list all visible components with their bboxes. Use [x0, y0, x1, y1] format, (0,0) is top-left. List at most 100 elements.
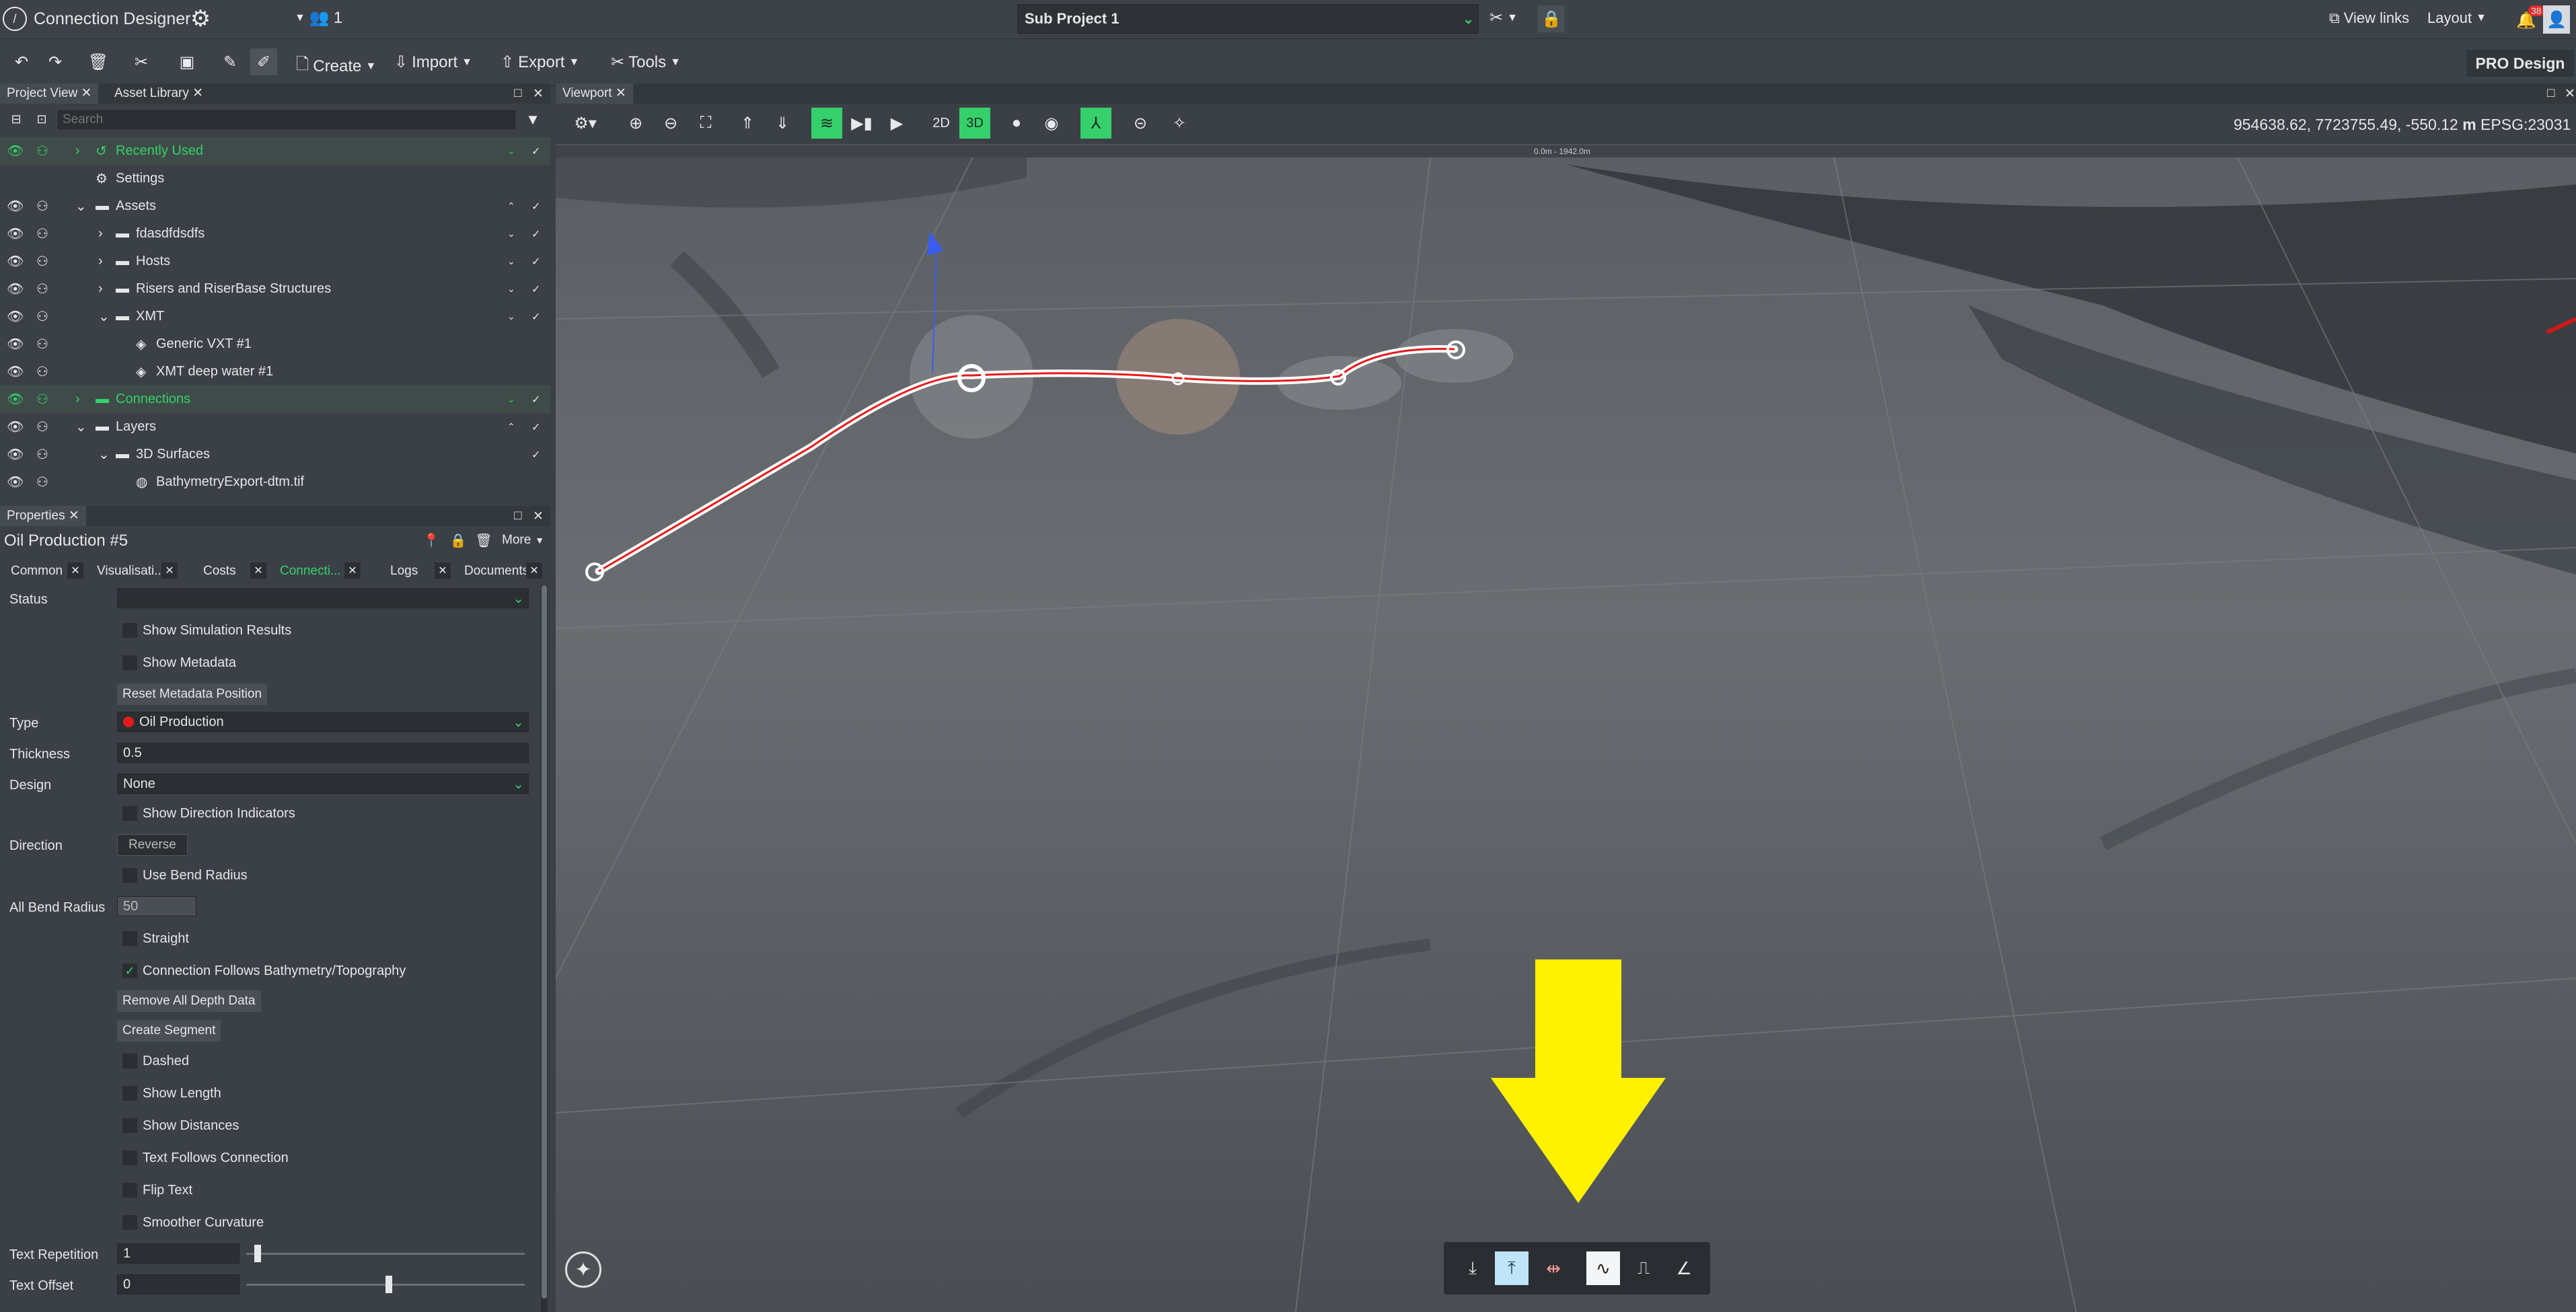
brush-icon[interactable]: ✐ — [250, 48, 277, 75]
chevron-down-icon[interactable]: ⌄ — [98, 446, 110, 463]
close-icon[interactable]: ✕ — [81, 86, 92, 100]
close-icon[interactable]: ✕ — [526, 562, 542, 579]
play-icon[interactable]: ▶ — [881, 108, 912, 139]
lighting-icon[interactable]: ◉ — [1036, 108, 1067, 139]
use-bend-checkbox[interactable] — [122, 868, 137, 883]
close-icon[interactable]: ✕ — [69, 509, 79, 523]
visibility-icon[interactable]: 👁 — [7, 446, 24, 463]
image-icon[interactable]: ▣ — [174, 48, 200, 75]
sphere-icon[interactable]: ● — [1001, 108, 1032, 139]
check-icon[interactable]: ✓ — [531, 227, 540, 241]
tree-item-folder[interactable]: 👁 ⚇ › ▬ fdasdfdsdfs ⌄ ✓ — [0, 220, 550, 248]
maximize-icon[interactable]: □ — [514, 86, 521, 101]
tab-logs[interactable]: Logs — [390, 564, 418, 579]
chevron-down-icon[interactable]: ⌄ — [507, 145, 515, 157]
maximize-icon[interactable]: □ — [2547, 86, 2554, 101]
visibility-icon[interactable]: 👁 — [7, 474, 24, 490]
scissors-icon[interactable]: ✂ — [128, 48, 155, 75]
close-icon[interactable]: ✕ — [67, 562, 83, 579]
text-follows-checkbox[interactable] — [122, 1151, 137, 1165]
camera-icon[interactable]: ▶▮ — [846, 108, 877, 139]
close-icon[interactable]: ✕ — [2565, 86, 2575, 102]
show-direction-checkbox[interactable] — [122, 806, 137, 821]
check-icon[interactable]: ✓ — [531, 421, 540, 434]
create-button[interactable]: 🗋 Create ▼ — [296, 52, 376, 80]
check-icon[interactable]: ✓ — [531, 393, 540, 406]
tree-item-risers[interactable]: 👁 ⚇ › ▬ Risers and RiserBase Structures ⌄ ✓ — [0, 275, 550, 303]
surface-up-icon[interactable]: ⇑ — [732, 108, 763, 139]
person-icon[interactable]: ⚇ — [36, 336, 48, 353]
dashed-checkbox[interactable] — [122, 1054, 137, 1068]
tree-item-bathymetry[interactable]: 👁 ⚇ ◍ BathymetryExport-dtm.tif — [0, 468, 550, 496]
check-icon[interactable]: ✓ — [531, 310, 540, 324]
tab-common[interactable]: Common — [11, 564, 63, 579]
follows-bathymetry-checkbox[interactable]: ✓ — [122, 963, 137, 978]
pencil-icon[interactable]: ✎ — [217, 48, 244, 75]
chevron-up-icon[interactable]: ⌃ — [507, 201, 515, 212]
curve-mode-icon[interactable]: ∿ — [1586, 1251, 1620, 1285]
visibility-icon[interactable]: 👁 — [7, 143, 24, 159]
gear-icon[interactable]: ⚙ — [187, 5, 214, 32]
design-select[interactable]: None ⌄ — [117, 774, 529, 794]
tab-costs[interactable]: Costs — [203, 564, 236, 579]
lock-icon[interactable]: 🔒 — [448, 530, 468, 550]
close-icon[interactable]: ✕ — [344, 562, 361, 579]
filter-icon[interactable]: ▼ — [522, 110, 544, 129]
redo-icon[interactable]: ↷ — [42, 48, 69, 75]
person-icon[interactable]: ⚇ — [36, 391, 48, 408]
tree-item-connections[interactable]: 👁 ⚇ › ▬ Connections ⌄ ✓ — [0, 386, 550, 413]
gizmo-arrow-icon[interactable] — [927, 231, 943, 256]
snap-icon[interactable]: ⊝ — [1125, 108, 1156, 139]
visibility-icon[interactable]: 👁 — [7, 308, 24, 325]
close-icon[interactable]: ✕ — [533, 86, 544, 102]
close-icon[interactable]: ✕ — [161, 562, 178, 579]
reverse-button[interactable]: Reverse — [117, 834, 188, 856]
route-mirror-icon[interactable]: ⇹ — [1537, 1251, 1570, 1285]
tab-properties[interactable]: Properties ✕ — [0, 506, 86, 526]
tree-item-recently-used[interactable]: 👁 ⚇ › ↺ Recently Used ⌄ ✓ — [0, 137, 550, 165]
person-icon[interactable]: ⚇ — [36, 225, 48, 242]
person-icon[interactable]: ⚇ — [36, 253, 48, 270]
scrollbar[interactable] — [541, 585, 548, 1312]
delete-icon[interactable]: 🗑 — [85, 48, 112, 75]
check-icon[interactable]: ✓ — [531, 283, 540, 296]
angle-mode-icon[interactable]: ∠ — [1667, 1251, 1701, 1285]
tree-item-assets[interactable]: 👁 ⚇ ⌄ ▬ Assets ⌃ ✓ — [0, 192, 550, 220]
create-segment-button[interactable]: Create Segment — [117, 1020, 221, 1042]
mode-3d-button[interactable]: 3D — [959, 108, 990, 139]
person-icon[interactable]: ⚇ — [36, 308, 48, 325]
show-distances-checkbox[interactable] — [122, 1118, 137, 1133]
chevron-down-icon[interactable]: ⌄ — [507, 256, 515, 267]
tab-project-view[interactable]: Project View ✕ — [0, 83, 99, 104]
visibility-icon[interactable]: 👁 — [7, 418, 24, 435]
chevron-right-icon[interactable]: › — [98, 281, 103, 297]
person-icon[interactable]: ⚇ — [36, 363, 48, 380]
text-offset-slider[interactable] — [246, 1276, 525, 1293]
close-icon[interactable]: ✕ — [250, 562, 266, 579]
visibility-icon[interactable]: 👁 — [7, 225, 24, 242]
avatar[interactable]: 👤 — [2543, 5, 2570, 34]
undo-icon[interactable]: ↶ — [8, 48, 35, 75]
sparkle-icon[interactable]: ✧ — [1164, 108, 1195, 139]
chevron-down-icon[interactable]: ⌄ — [75, 198, 87, 215]
route-lower-icon[interactable]: ⤓ — [1456, 1251, 1489, 1285]
project-select[interactable]: Sub Project 1 ⌄ — [1017, 4, 1479, 34]
reset-metadata-button[interactable]: Reset Metadata Position — [117, 684, 268, 705]
tree-item-xmt[interactable]: 👁 ⚇ ⌄ ▬ XMT ⌄ ✓ — [0, 303, 550, 330]
surface-down-icon[interactable]: ⇓ — [767, 108, 798, 139]
person-icon[interactable]: ⚇ — [36, 474, 48, 490]
visibility-icon[interactable]: 👁 — [7, 198, 24, 215]
close-icon[interactable]: ✕ — [616, 86, 626, 100]
tree-item-hosts[interactable]: 👁 ⚇ › ▬ Hosts ⌄ ✓ — [0, 248, 550, 275]
delete-icon[interactable]: 🗑 — [474, 530, 494, 550]
status-select[interactable]: ⌄ — [117, 588, 529, 608]
tree-icon[interactable]: ⊟ — [7, 110, 26, 128]
more-button[interactable]: More ▼ — [502, 533, 544, 548]
person-icon[interactable]: ⚇ — [36, 418, 48, 435]
measure-icon[interactable]: ⅄ — [1080, 108, 1111, 139]
visibility-icon[interactable]: 👁 — [7, 363, 24, 380]
layers-icon[interactable]: ≋ — [811, 108, 842, 139]
chevron-right-icon[interactable]: › — [75, 392, 80, 407]
person-icon[interactable]: ⚇ — [36, 446, 48, 463]
thickness-input[interactable]: 0.5 — [117, 743, 529, 763]
